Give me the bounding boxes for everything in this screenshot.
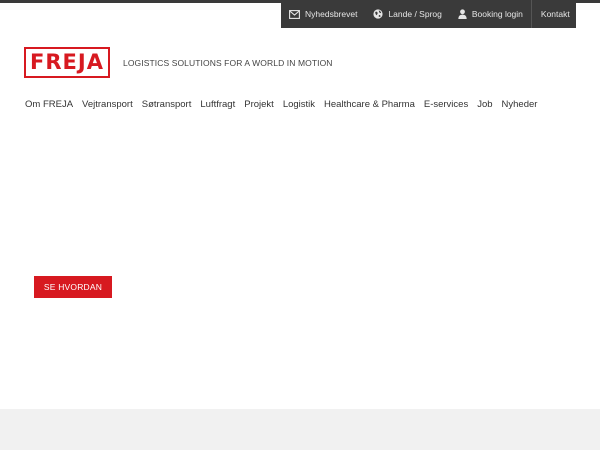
newsletter-link[interactable]: Nyhedsbrevet bbox=[281, 0, 365, 28]
utility-bar: Nyhedsbrevet Lande / Sprog Booking login… bbox=[281, 0, 576, 28]
logo-text: FREJA bbox=[30, 50, 104, 74]
freja-logo[interactable]: FREJA bbox=[24, 47, 110, 78]
nav-item-vejtransport[interactable]: Vejtransport bbox=[82, 99, 133, 110]
se-hvordan-button[interactable]: SE HVORDAN bbox=[34, 276, 112, 298]
contact-link[interactable]: Kontakt bbox=[530, 0, 579, 28]
globe-icon bbox=[373, 9, 384, 19]
nav-item-sotransport[interactable]: Søtransport bbox=[142, 99, 192, 110]
nav-item-logistik[interactable]: Logistik bbox=[283, 99, 315, 110]
nav-item-job[interactable]: Job bbox=[477, 99, 492, 110]
main-nav: Om FREJA Vejtransport Søtransport Luftfr… bbox=[25, 99, 537, 110]
booking-label: Booking login bbox=[471, 9, 523, 19]
nav-item-om-freja[interactable]: Om FREJA bbox=[25, 99, 73, 110]
nav-item-luftfragt[interactable]: Luftfragt bbox=[200, 99, 235, 110]
nav-item-nyheder[interactable]: Nyheder bbox=[502, 99, 538, 110]
user-icon bbox=[458, 9, 467, 19]
tagline: LOGISTICS SOLUTIONS FOR A WORLD IN MOTIO… bbox=[123, 58, 333, 68]
newsletter-label: Nyhedsbrevet bbox=[305, 9, 358, 19]
nav-item-healthcare-pharma[interactable]: Healthcare & Pharma bbox=[324, 99, 415, 110]
booking-login-link[interactable]: Booking login bbox=[450, 0, 531, 28]
nav-item-e-services[interactable]: E-services bbox=[424, 99, 468, 110]
countries-link[interactable]: Lande / Sprog bbox=[365, 0, 449, 28]
envelope-icon bbox=[289, 9, 300, 19]
footer-band bbox=[0, 409, 600, 450]
nav-item-projekt[interactable]: Projekt bbox=[244, 99, 274, 110]
countries-label: Lande / Sprog bbox=[388, 9, 442, 19]
contact-label: Kontakt bbox=[540, 9, 570, 19]
